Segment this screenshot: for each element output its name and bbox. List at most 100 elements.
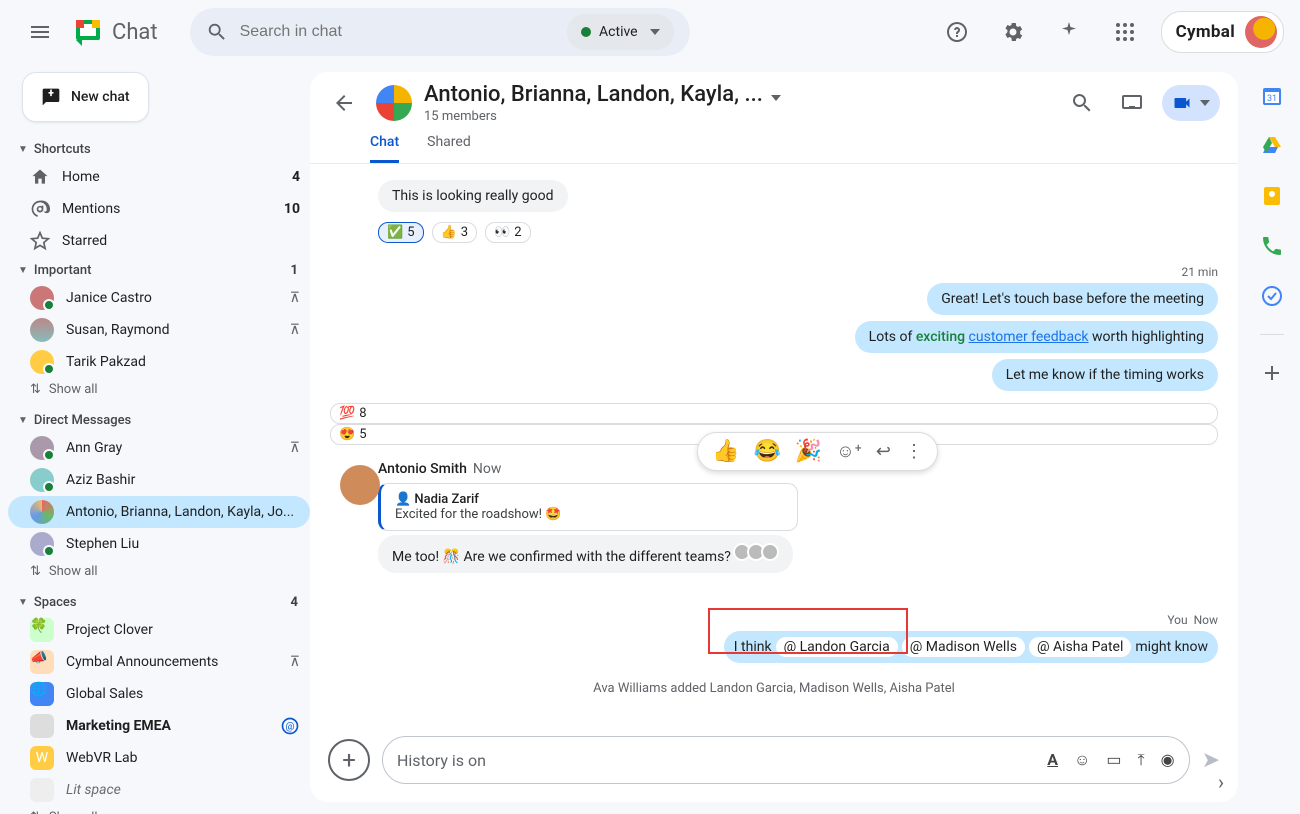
main-menu-button[interactable]	[16, 8, 64, 56]
sidebar-item[interactable]: Tarik Pakzad	[8, 346, 310, 378]
status-selector[interactable]: Active	[567, 14, 674, 50]
contacts-icon[interactable]	[1260, 234, 1284, 258]
sidebar-item[interactable]: WWebVR Lab	[8, 742, 310, 774]
members-count: 15 members	[424, 109, 781, 124]
upload-button[interactable]: ⤒	[1138, 750, 1145, 770]
reaction[interactable]: 💯8	[330, 403, 1218, 424]
group-avatar	[376, 85, 412, 121]
tasks-icon[interactable]	[1260, 284, 1284, 308]
show-all[interactable]: ⇅Show all	[8, 560, 310, 589]
search-in-conversation-button[interactable]	[1062, 83, 1102, 123]
at-icon	[30, 199, 50, 219]
more-button[interactable]: ⋮	[905, 441, 923, 462]
reaction[interactable]: 👍3	[432, 222, 478, 243]
reaction[interactable]: 👀2	[485, 222, 531, 243]
sidebar-item-active[interactable]: Antonio, Brianna, Landon, Kayla, Jo...	[8, 496, 310, 528]
apps-button[interactable]	[1105, 12, 1145, 52]
sparkle-button[interactable]	[1049, 12, 1089, 52]
brand-name: Chat	[112, 20, 158, 45]
chevron-down-icon[interactable]	[771, 95, 781, 101]
pin-icon: ⊼	[290, 290, 300, 306]
react-joy[interactable]: 😂	[753, 439, 780, 464]
sidebar-item[interactable]: Stephen Liu	[8, 528, 310, 560]
new-chat-icon	[41, 87, 61, 107]
sidebar-item[interactable]: Lit space	[8, 774, 310, 806]
mention-chip[interactable]: @ Landon Garcia	[776, 637, 898, 657]
emoji-button[interactable]: ☺	[1074, 750, 1090, 770]
shortcut-starred[interactable]: Starred	[8, 225, 310, 257]
sidebar-item[interactable]: Ann Gray⊼	[8, 432, 310, 464]
section-dms[interactable]: ▼Direct Messages	[8, 407, 310, 432]
reply-button[interactable]: ↩	[876, 441, 891, 462]
pin-icon: ⊼	[290, 322, 300, 338]
quoted-message: 👤 Nadia Zarif Excited for the roadshow! …	[378, 483, 798, 531]
chat-logo-icon	[72, 16, 104, 48]
account-chip[interactable]: Cymbal	[1161, 11, 1284, 53]
sidebar-item[interactable]: Susan, Raymond⊼	[8, 314, 310, 346]
sidebar-item[interactable]: 📣Cymbal Announcements⊼	[8, 646, 310, 678]
mention-icon: @	[280, 716, 300, 736]
avatar	[340, 465, 380, 505]
mention-chip[interactable]: @ Aisha Patel	[1029, 637, 1131, 657]
timestamp: Now	[473, 461, 502, 477]
add-reaction-button[interactable]: ☺⁺	[836, 441, 862, 462]
keep-icon[interactable]	[1260, 184, 1284, 208]
sidebar-item[interactable]: Marketing EMEA@	[8, 710, 310, 742]
calendar-icon[interactable]: 31	[1260, 84, 1284, 108]
message-bubble: Me too! 🎊 Are we confirmed with the diff…	[378, 535, 793, 573]
conversation-panel: Antonio, Brianna, Landon, Kayla, ... 15 …	[310, 72, 1238, 802]
react-tada[interactable]: 🎉	[795, 439, 822, 464]
collapse-panel-button[interactable]: ›	[1218, 770, 1224, 794]
system-message: Ava Williams added Landon Garcia, Madiso…	[330, 681, 1218, 696]
reaction[interactable]: ✅5	[378, 222, 424, 243]
svg-text:@: @	[286, 721, 295, 732]
sidebar-item[interactable]: 🌐Global Sales	[8, 678, 310, 710]
conversation-title: Antonio, Brianna, Landon, Kayla, ...	[424, 82, 763, 107]
link[interactable]: customer feedback	[969, 329, 1089, 345]
star-icon	[30, 231, 50, 251]
add-attachment-button[interactable]: +	[328, 739, 370, 781]
add-addon-button[interactable]	[1260, 361, 1284, 385]
help-button[interactable]	[937, 12, 977, 52]
section-spaces[interactable]: ▼Spaces4	[8, 589, 310, 614]
settings-button[interactable]	[993, 12, 1033, 52]
mention-chip[interactable]: @ Madison Wells	[902, 637, 1025, 657]
sidebar-item[interactable]: 🍀Project Clover	[8, 614, 310, 646]
chevron-down-icon	[1200, 100, 1210, 106]
shortcut-home[interactable]: Home4	[8, 161, 310, 193]
message-bubble: This is looking really good	[378, 180, 568, 212]
back-button[interactable]	[324, 83, 364, 123]
shortcut-mentions[interactable]: Mentions10	[8, 193, 310, 225]
sender-you: You	[1167, 613, 1187, 627]
drive-icon[interactable]	[1260, 134, 1284, 158]
home-icon	[30, 167, 50, 187]
react-thumbsup[interactable]: 👍	[712, 439, 739, 464]
show-all[interactable]: ⇅Show all	[8, 806, 310, 814]
sidebar-item[interactable]: Janice Castro⊼	[8, 282, 310, 314]
tab-shared[interactable]: Shared	[427, 134, 471, 163]
present-button[interactable]	[1112, 83, 1152, 123]
image-button[interactable]: ▭	[1106, 750, 1121, 770]
search-bar[interactable]: Active	[190, 8, 690, 56]
show-all[interactable]: ⇅Show all	[8, 378, 310, 407]
chevron-down-icon	[650, 29, 660, 35]
sidebar-item[interactable]: Aziz Bashir	[8, 464, 310, 496]
format-button[interactable]: A	[1047, 750, 1058, 770]
record-button[interactable]: ◉	[1161, 750, 1175, 770]
search-icon	[206, 21, 228, 43]
message-bubble: Great! Let's touch base before the meeti…	[927, 283, 1218, 315]
status-label: Active	[599, 24, 638, 40]
composer: + History is on A ☺ ▭ ⤒ ◉ ➤	[328, 736, 1220, 784]
new-chat-button[interactable]: New chat	[22, 72, 149, 122]
svg-text:31: 31	[1267, 94, 1277, 104]
message-stream[interactable]: This is looking really good ✅5 👍3 👀2 21 …	[310, 164, 1238, 726]
message-input[interactable]: History is on A ☺ ▭ ⤒ ◉	[382, 736, 1190, 784]
search-input[interactable]	[240, 23, 549, 41]
video-call-button[interactable]	[1162, 85, 1220, 121]
section-shortcuts[interactable]: ▼Shortcuts	[8, 136, 310, 161]
message-bubble: I think @ Landon Garcia @ Madison Wells …	[724, 631, 1218, 663]
send-button[interactable]: ➤	[1202, 748, 1220, 773]
timestamp: 21 min	[330, 265, 1218, 279]
section-important[interactable]: ▼Important1	[8, 257, 310, 282]
tab-chat[interactable]: Chat	[370, 134, 399, 163]
